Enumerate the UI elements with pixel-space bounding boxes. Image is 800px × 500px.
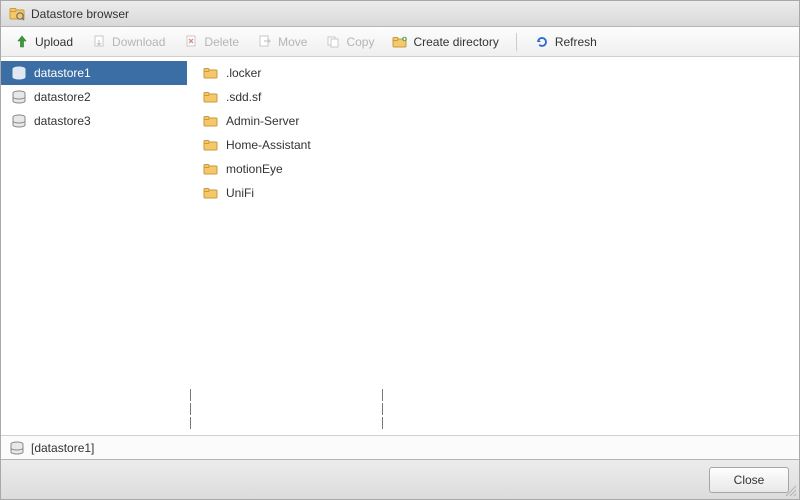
folder-item[interactable]: UniFi bbox=[193, 181, 379, 205]
path-text: [datastore1] bbox=[31, 441, 94, 455]
close-button[interactable]: Close bbox=[709, 467, 789, 493]
delete-button[interactable]: Delete bbox=[176, 31, 246, 53]
move-button[interactable]: Move bbox=[250, 31, 314, 53]
folder-icon bbox=[203, 113, 219, 129]
datastore-browser-icon bbox=[9, 6, 25, 22]
toolbar-separator bbox=[516, 33, 517, 51]
titlebar: Datastore browser bbox=[1, 1, 799, 27]
download-icon bbox=[91, 34, 107, 50]
datastore-browser-window: Datastore browser Upload Download Delete… bbox=[0, 0, 800, 500]
window-title: Datastore browser bbox=[31, 7, 129, 21]
download-button[interactable]: Download bbox=[84, 31, 172, 53]
folder-name: Admin-Server bbox=[226, 114, 299, 128]
refresh-label: Refresh bbox=[555, 35, 597, 49]
datastore-name: datastore1 bbox=[34, 66, 91, 80]
datastore-name: datastore3 bbox=[34, 114, 91, 128]
resize-grip[interactable] bbox=[785, 485, 797, 497]
folder-item[interactable]: .sdd.sf bbox=[193, 85, 379, 109]
datastore-icon bbox=[11, 65, 27, 81]
folder-item[interactable]: motionEye bbox=[193, 157, 379, 181]
body: datastore1 datastore2 datastore3 .locker… bbox=[1, 57, 799, 435]
create-directory-icon bbox=[392, 34, 408, 50]
upload-label: Upload bbox=[35, 35, 73, 49]
folder-name: .locker bbox=[226, 66, 261, 80]
folder-name: Home-Assistant bbox=[226, 138, 311, 152]
folder-name: motionEye bbox=[226, 162, 283, 176]
folder-name: UniFi bbox=[226, 186, 254, 200]
delete-label: Delete bbox=[204, 35, 239, 49]
datastore-list: datastore1 datastore2 datastore3 bbox=[1, 57, 187, 435]
copy-icon bbox=[325, 34, 341, 50]
footer: Close bbox=[1, 459, 799, 499]
datastore-item[interactable]: datastore3 bbox=[1, 109, 187, 133]
toolbar: Upload Download Delete Move Copy bbox=[1, 27, 799, 57]
upload-icon bbox=[14, 34, 30, 50]
delete-icon bbox=[183, 34, 199, 50]
folder-item[interactable]: Admin-Server bbox=[193, 109, 379, 133]
folder-icon bbox=[203, 137, 219, 153]
refresh-icon bbox=[534, 34, 550, 50]
folder-icon bbox=[203, 185, 219, 201]
datastore-item[interactable]: datastore2 bbox=[1, 85, 187, 109]
datastore-icon bbox=[11, 89, 27, 105]
datastore-icon bbox=[9, 440, 25, 456]
datastore-item[interactable]: datastore1 bbox=[1, 61, 187, 85]
folder-icon bbox=[203, 161, 219, 177]
datastore-name: datastore2 bbox=[34, 90, 91, 104]
move-icon bbox=[257, 34, 273, 50]
details-panel bbox=[385, 57, 799, 435]
copy-button[interactable]: Copy bbox=[318, 31, 381, 53]
create-directory-label: Create directory bbox=[413, 35, 498, 49]
create-directory-button[interactable]: Create directory bbox=[385, 31, 505, 53]
folder-icon bbox=[203, 89, 219, 105]
folder-item[interactable]: Home-Assistant bbox=[193, 133, 379, 157]
move-label: Move bbox=[278, 35, 307, 49]
datastore-icon bbox=[11, 113, 27, 129]
folder-list: .locker .sdd.sf Admin-Server Home-Assist… bbox=[193, 57, 379, 435]
folder-icon bbox=[203, 65, 219, 81]
folder-name: .sdd.sf bbox=[226, 90, 261, 104]
upload-button[interactable]: Upload bbox=[7, 31, 80, 53]
download-label: Download bbox=[112, 35, 165, 49]
refresh-button[interactable]: Refresh bbox=[527, 31, 604, 53]
path-bar: [datastore1] bbox=[1, 435, 799, 459]
copy-label: Copy bbox=[346, 35, 374, 49]
folder-item[interactable]: .locker bbox=[193, 61, 379, 85]
